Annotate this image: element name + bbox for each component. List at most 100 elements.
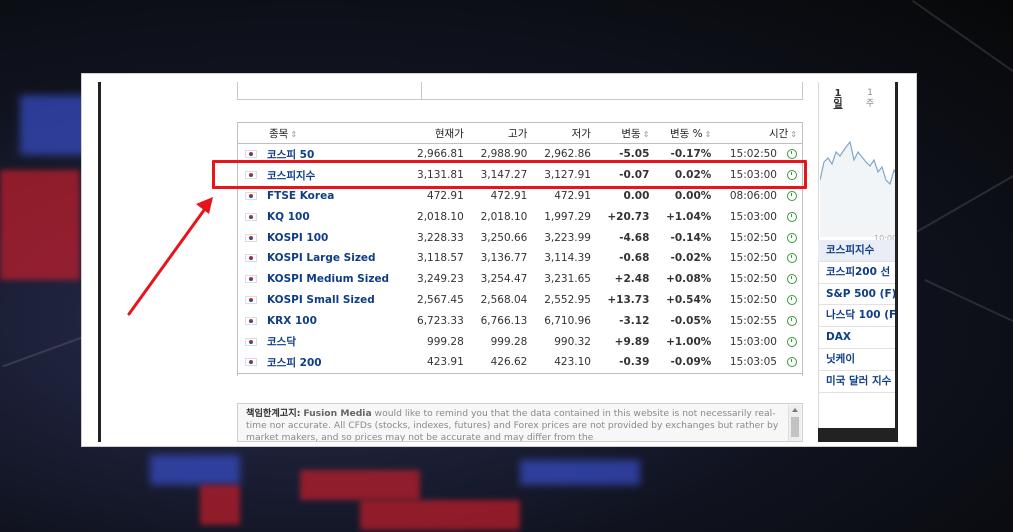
clock-icon [787,274,797,285]
col-name-header[interactable]: 종목 ⇕ [237,122,407,144]
table-row[interactable]: KQ 100 2,018.10 2,018.10 1,997.29 +20.73 +1.0… [237,206,803,227]
clock-icon [787,357,797,368]
bg-blur-red [200,485,240,525]
tab-1-day[interactable]: 1 일 [832,88,844,110]
disclaimer-label: 책임한계고지: [246,408,301,419]
table-row[interactable]: KOSPI Small Sized 2,567.45 2,568.04 2,552.9… [237,290,803,311]
cell-last: 2,567.45 [417,293,464,306]
cell-low: 2,552.95 [544,293,591,306]
cell-change-pct: -0.09% [670,356,712,369]
index-name-link[interactable]: KRX 100 [259,310,406,331]
table-row[interactable]: 코스피 200 423.91 426.62 423.10 -0.39 -0.09% 15:0… [237,352,803,374]
cell-high: 2,018.10 [480,210,528,223]
cell-change: +9.89 [614,335,650,348]
index-name-link[interactable]: KOSPI Medium Sized [259,269,406,290]
korea-flag-icon [237,331,259,352]
cell-high: 6,766.13 [480,314,528,327]
cell-high: 3,250.66 [480,231,528,244]
cell-last: 999.28 [427,335,464,348]
sort-icon: ⇕ [642,129,650,139]
korea-flag-icon [237,269,259,290]
cell-low: 1,997.29 [544,210,591,223]
top-box [237,82,803,100]
col-time-header[interactable]: 시간 ⇕ [717,122,803,144]
disclaimer-box: 책임한계고지: Fusion Media would like to remin… [237,403,803,442]
index-name-link[interactable]: KOSPI 100 [259,227,406,248]
clock-icon [787,190,797,201]
sort-icon: ⇕ [704,129,712,139]
clock-icon [787,211,797,222]
related-index-item[interactable]: 미국 달러 지수 [818,371,898,393]
index-name-link[interactable]: 코스닥 [259,331,406,352]
cell-change-pct: +0.54% [666,293,712,306]
cell-last: 3,118.57 [417,252,464,265]
col-chg-header[interactable]: 변동 ⇕ [596,122,656,144]
sort-icon: ⇕ [290,129,298,139]
bg-blur-red [300,470,420,500]
viewport-edge [895,82,898,442]
cell-high: 999.28 [490,335,528,348]
cell-high: 3,136.77 [480,252,528,265]
cell-change: -0.39 [619,356,650,369]
cell-last: 3,228.33 [417,231,464,244]
cell-time: 15:02:50 [717,290,803,311]
right-panel-footer [818,428,898,442]
index-name-link[interactable]: KQ 100 [259,206,406,227]
korea-flag-icon [237,206,259,227]
col-low-header[interactable]: 저가 [533,122,597,144]
cell-change: -3.12 [619,314,650,327]
cell-high: 426.62 [490,356,528,369]
scroll-up-arrow-icon[interactable] [792,408,798,412]
korea-flag-icon [237,352,259,373]
cell-change-pct: -0.02% [670,252,712,265]
index-name-link[interactable]: KOSPI Small Sized [259,290,406,311]
cell-low: 3,223.99 [544,231,591,244]
tab-1-week-num: 1 [867,88,873,98]
table-row[interactable]: KOSPI Medium Sized 3,249.23 3,254.47 3,231.… [237,269,803,290]
col-high-header[interactable]: 고가 [469,122,534,144]
cell-time: 15:03:05 [717,352,803,373]
tab-1-day-unit: 일 [833,99,843,110]
korea-flag-icon [237,248,259,269]
clock-icon [787,315,797,326]
tab-1-week[interactable]: 1 주 [864,88,876,110]
mini-chart-area [820,142,898,237]
clock-icon [787,232,797,243]
cell-change: +13.73 [607,293,650,306]
bg-blur-red [360,500,520,530]
cell-time: 15:03:00 [717,206,803,227]
bg-blur-blue [150,455,240,485]
cell-time: 15:02:50 [717,269,803,290]
cell-low: 3,231.65 [544,273,591,286]
disclaimer-brand: Fusion Media [303,408,372,419]
scroll-thumb[interactable] [791,417,799,437]
col-last-header[interactable]: 현재가 [406,122,470,144]
table-row[interactable]: KRX 100 6,723.33 6,766.13 6,710.96 -3.12 -0.0… [237,310,803,331]
bg-line [2,334,88,368]
tab-1-day-num: 1 [834,88,842,99]
table-row[interactable]: KOSPI 100 3,228.33 3,250.66 3,223.99 -4.68 -0… [237,227,803,248]
related-index-item[interactable]: 코스피200 선 [818,262,898,284]
bg-blur-blue [520,460,640,485]
cell-low: 6,710.96 [544,314,591,327]
cell-last: 2,018.10 [417,210,464,223]
cell-time: 15:02:55 [717,310,803,331]
index-name-link[interactable]: KOSPI Large Sized [259,248,406,269]
col-chgpct-header[interactable]: 변동 % ⇕ [655,122,718,144]
cell-time: 15:02:50 [717,227,803,248]
related-index-item[interactable]: DAX [818,327,898,349]
cell-change-pct: +1.00% [666,335,712,348]
related-index-item[interactable]: S&P 500 (F) [818,284,898,306]
related-index-item[interactable]: 코스피지수 [818,240,898,262]
table-row[interactable]: KOSPI Large Sized 3,118.57 3,136.77 3,114.3… [237,248,803,269]
table-row[interactable]: 코스닥 999.28 999.28 990.32 +9.89 +1.00% 15:03:00 [237,331,803,352]
cell-last: 6,723.33 [417,314,464,327]
disclaimer-scrollbar[interactable] [788,405,801,441]
related-index-item[interactable]: 나스닥 100 (F [818,305,898,328]
cell-high: 3,254.47 [480,273,528,286]
sort-icon: ⇕ [790,129,797,139]
cell-change: +20.73 [607,210,650,223]
index-name-link[interactable]: 코스피 200 [259,352,406,373]
related-index-item[interactable]: 닛케이 [818,349,898,371]
screenshot-frame: 종목 ⇕ 현재가 고가 저가 변동 ⇕ 변동 % ⇕ 시간 ⇕ 코스피 50 2,966.… [81,73,917,447]
